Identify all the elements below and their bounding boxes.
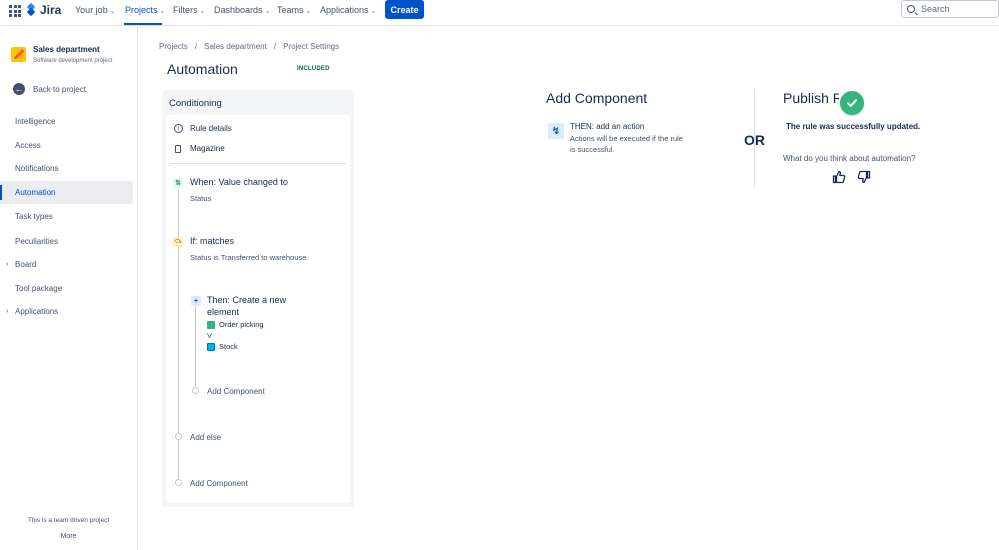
breadcrumb-project-settings[interactable]: Project Settings xyxy=(283,42,339,51)
nav-dashboards[interactable]: Dashboards ⌄ xyxy=(214,5,270,15)
success-message: The rule was successfully updated. xyxy=(786,122,921,131)
sidebar-item-applications[interactable]: › Applications xyxy=(0,300,133,323)
tag-separator: V xyxy=(207,331,213,340)
magazine-link[interactable]: Magazine xyxy=(174,144,225,153)
feedback-question: What do you think about automation? xyxy=(783,154,916,163)
project-name: Sales department xyxy=(33,45,100,54)
add-component-inner-link[interactable]: Add Component xyxy=(207,387,265,396)
more-link[interactable]: More xyxy=(0,533,137,540)
chevron-down-icon: ⌄ xyxy=(159,8,166,15)
then-add-action-description: Actions will be executed if the rule is … xyxy=(570,134,683,154)
sidebar-item-notifications[interactable]: Notifications xyxy=(0,157,133,180)
then-add-action-option[interactable]: THEN: add an action xyxy=(570,122,644,131)
trigger-icon: ⇅ xyxy=(173,178,183,188)
top-navigation: Jira Your job ⌄ Projects ⌄ Filters ⌄ Dashbo… xyxy=(0,0,999,26)
chevron-down-icon: ⌄ xyxy=(109,8,116,15)
chevron-right-icon: › xyxy=(6,261,9,268)
success-check-icon xyxy=(840,91,864,115)
info-icon: i xyxy=(174,124,183,133)
trigger-title[interactable]: When: Value changed to xyxy=(190,177,288,187)
chevron-down-icon: ⌄ xyxy=(264,8,271,15)
thumbs-down-button[interactable] xyxy=(857,170,871,184)
add-component-outer-link[interactable]: Add Component xyxy=(190,479,248,488)
app-switcher-icon[interactable] xyxy=(9,5,21,17)
project-sidebar: Sales department Software development pr… xyxy=(0,27,138,550)
arrow-left-icon: ← xyxy=(13,83,25,95)
thumbs-down-icon xyxy=(857,170,871,184)
nav-projects[interactable]: Projects ⌄ xyxy=(125,5,165,15)
action-title-line1[interactable]: Then: Create a new xyxy=(207,295,286,305)
condition-title[interactable]: If: matches xyxy=(190,236,234,246)
search-icon xyxy=(907,5,915,13)
thumbs-up-icon xyxy=(832,170,846,184)
breadcrumb-sales-department[interactable]: Sales department xyxy=(204,42,267,51)
search-input[interactable] xyxy=(921,4,991,14)
sidebar-item-task-types[interactable]: Task types xyxy=(0,205,133,228)
active-nav-indicator xyxy=(124,23,162,25)
sidebar-item-board[interactable]: › Board xyxy=(0,253,133,276)
chevron-down-icon: ⌄ xyxy=(370,8,377,15)
add-point-icon xyxy=(175,479,182,486)
add-point-icon xyxy=(175,433,182,440)
sidebar-item-peculiarities[interactable]: Peculiarities xyxy=(0,230,133,253)
issue-type-tag: Order picking xyxy=(207,320,264,329)
project-type: Software development project xyxy=(33,58,113,64)
checkmark-icon xyxy=(847,99,857,107)
thumbs-up-button[interactable] xyxy=(832,170,846,184)
add-component-heading: Add Component xyxy=(546,90,648,106)
page-title: Automation xyxy=(167,61,238,77)
search-box[interactable] xyxy=(901,0,999,18)
nav-filters[interactable]: Filters ⌄ xyxy=(173,5,205,15)
nav-your-job[interactable]: Your job ⌄ xyxy=(75,5,116,15)
vertical-divider xyxy=(754,90,755,188)
project-icon xyxy=(207,342,215,351)
nav-teams[interactable]: Teams ⌄ xyxy=(277,5,311,15)
action-icon: + xyxy=(191,296,201,306)
team-project-note: This is a team driven project xyxy=(27,517,110,524)
rule-panel: Conditioning i Rule details Magazine ⇅ W… xyxy=(162,90,354,507)
rule-details-link[interactable]: i Rule details xyxy=(174,124,232,133)
lightning-icon[interactable]: ↯ xyxy=(548,123,564,139)
create-button[interactable]: Create xyxy=(385,0,424,19)
chevron-right-icon: › xyxy=(6,308,9,315)
sidebar-item-intelligence[interactable]: Intelligence xyxy=(0,110,133,133)
included-badge: INCLUDED xyxy=(297,66,330,72)
sidebar-item-tool-package[interactable]: Tool package xyxy=(0,277,133,300)
divider xyxy=(170,163,346,164)
document-icon xyxy=(175,144,181,153)
sidebar-item-automation[interactable]: Automation xyxy=(0,181,133,204)
breadcrumb-projects[interactable]: Projects xyxy=(159,42,188,51)
sidebar-item-access[interactable]: Access xyxy=(0,134,133,157)
project-avatar xyxy=(11,47,26,62)
story-icon xyxy=(207,320,215,329)
publish-rule-heading: Publish Rule xyxy=(783,90,839,106)
branch-connector xyxy=(195,305,196,387)
condition-icon: ⤼ xyxy=(173,237,183,247)
chevron-down-icon: ⌄ xyxy=(199,8,206,15)
breadcrumb: Projects / Sales department / Project Settin… xyxy=(159,42,340,51)
back-to-project-link[interactable]: ← Back to project xyxy=(13,83,86,95)
add-point-icon xyxy=(192,387,199,394)
condition-subtitle: Status is Transferred to warehouse xyxy=(190,253,307,262)
rule-chain: i Rule details Magazine ⇅ When: Value ch… xyxy=(166,115,350,503)
jira-logo-icon xyxy=(26,2,37,17)
add-else-link[interactable]: Add else xyxy=(190,433,221,442)
jira-logo-text: Jira xyxy=(40,3,62,17)
trigger-subtitle: Status xyxy=(190,194,212,203)
action-title-line2[interactable]: element xyxy=(207,307,239,317)
jira-logo[interactable]: Jira xyxy=(26,2,62,17)
chevron-down-icon: ⌄ xyxy=(305,8,312,15)
project-tag: Stock xyxy=(207,342,238,351)
nav-applications[interactable]: Applications ⌄ xyxy=(320,5,376,15)
rule-panel-title: Conditioning xyxy=(169,98,222,109)
